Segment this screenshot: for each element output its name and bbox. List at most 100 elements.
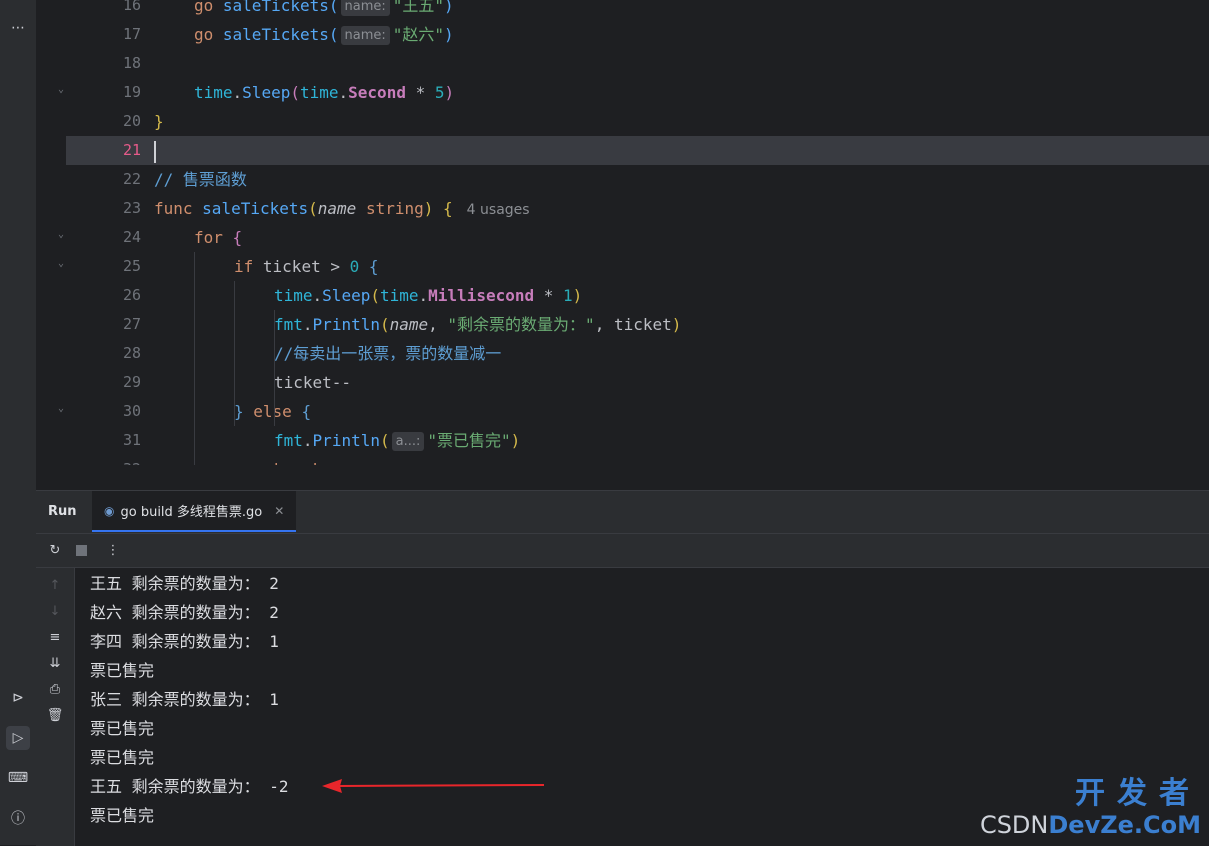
- code-token: Millisecond: [428, 286, 535, 305]
- console-line: 票已售完: [90, 748, 155, 767]
- code-text: func saleTickets(name string) {4 usages: [154, 194, 530, 225]
- print-icon[interactable]: ⎙: [46, 680, 64, 698]
- code-text: }: [154, 107, 164, 136]
- more-icon[interactable]: ⋯: [6, 16, 30, 40]
- code-line[interactable]: 29 ticket--: [66, 368, 1209, 397]
- code-line[interactable]: 20}: [66, 107, 1209, 136]
- code-line[interactable]: 30} else {: [66, 397, 1209, 426]
- parameter-hint: a...:: [391, 432, 425, 451]
- line-number: 31: [122, 431, 141, 449]
- code-line[interactable]: 22 // 售票函数: [66, 165, 1209, 194]
- code-line[interactable]: 18: [66, 49, 1209, 78]
- code-token: time: [274, 286, 313, 305]
- indent-guide: [234, 281, 235, 426]
- rerun-icon[interactable]: ↻: [46, 541, 64, 559]
- line-number: 20: [122, 112, 141, 130]
- line-number: 23: [122, 199, 141, 217]
- code-line[interactable]: 23 func saleTickets(name string) {4 usage…: [66, 194, 1209, 223]
- stop-icon[interactable]: [72, 541, 90, 559]
- code-token: //每卖出一张票，票的数量减一: [274, 344, 502, 363]
- code-token: ): [671, 315, 682, 334]
- run-config-tab-label: go build 多线程售票.go: [120, 505, 263, 520]
- code-token: if: [234, 257, 263, 276]
- code-token: ,: [428, 315, 448, 334]
- line-number: 29: [122, 373, 141, 391]
- text-caret: [154, 140, 156, 163]
- run-icon[interactable]: ▷: [6, 726, 30, 750]
- code-token: break: [274, 460, 322, 465]
- code-token: saleTickets(: [222, 0, 339, 15]
- code-token: Sleep: [322, 286, 371, 305]
- parameter-hint: name:: [340, 0, 390, 16]
- code-line[interactable]: 27 fmt.Println(name, "剩余票的数量为：", ticket): [66, 310, 1209, 339]
- soft-wrap-icon[interactable]: ≡: [46, 628, 64, 646]
- code-token: .: [338, 83, 349, 102]
- run-tab-bar: Run ◉ go build 多线程售票.go ✕: [36, 491, 1209, 534]
- scroll-to-end-icon[interactable]: ⇊: [46, 654, 64, 672]
- fold-icon[interactable]: ⌄: [58, 229, 64, 240]
- fold-icon[interactable]: ⌄: [58, 403, 64, 414]
- code-line[interactable]: 21: [66, 136, 1209, 165]
- line-number: 25: [122, 257, 141, 275]
- gopher-icon: ◉: [104, 503, 115, 518]
- usages-hint[interactable]: 4 usages: [467, 202, 530, 218]
- code-token: go: [194, 25, 223, 44]
- code-token: func: [154, 199, 203, 218]
- run-toolbar: ↻ ⋮: [36, 534, 1209, 568]
- terminal-icon[interactable]: ⌨: [6, 766, 30, 790]
- line-number: 28: [122, 344, 141, 362]
- console-line: 票已售完: [90, 719, 155, 738]
- code-line[interactable]: 32 break: [66, 455, 1209, 465]
- code-text: ticket--: [274, 368, 351, 397]
- code-token: (: [379, 315, 390, 334]
- code-token: .: [302, 431, 313, 450]
- code-token: (: [308, 199, 318, 218]
- trash-icon[interactable]: 🗑: [46, 706, 64, 724]
- console-line: 李四 剩余票的数量为： 1: [90, 632, 279, 651]
- close-icon[interactable]: ✕: [274, 504, 284, 518]
- code-token: time: [194, 83, 233, 102]
- code-line[interactable]: 25 if ticket > 0 {: [66, 252, 1209, 281]
- up-arrow-icon[interactable]: ↑: [46, 576, 64, 594]
- code-line[interactable]: 17 go saleTickets(name: "赵六"): [66, 20, 1209, 49]
- line-number: 27: [122, 315, 141, 333]
- watermark-brand: DevZe.CoM: [1048, 811, 1201, 839]
- code-token: 0: [349, 257, 360, 276]
- code-text: if ticket > 0 {: [234, 252, 379, 281]
- code-line[interactable]: 16 go saleTickets(name: "王五"): [66, 0, 1209, 20]
- code-line[interactable]: 26 time.Sleep(time.Millisecond * 1): [66, 281, 1209, 310]
- code-line[interactable]: 19 time.Sleep(time.Second * 5): [66, 78, 1209, 107]
- code-token: {: [368, 257, 379, 276]
- down-arrow-icon[interactable]: ↓: [46, 602, 64, 620]
- code-token: ): [510, 431, 521, 450]
- more-options-icon[interactable]: ⋮: [104, 541, 122, 559]
- code-token: .: [312, 286, 323, 305]
- watermark: 开发者 CSDNDevZe.CoM: [980, 778, 1201, 840]
- code-token: ): [444, 0, 454, 15]
- code-token: ): [572, 286, 583, 305]
- code-line[interactable]: 31 fmt.Println(a...: "票已售完"): [66, 426, 1209, 455]
- red-arrow-annotation: [322, 779, 545, 793]
- code-text: break: [274, 455, 322, 465]
- run-config-tab[interactable]: ◉ go build 多线程售票.go ✕: [92, 491, 297, 532]
- line-number: 24: [122, 228, 141, 246]
- code-token: {: [301, 402, 312, 421]
- code-line[interactable]: 24 for {: [66, 223, 1209, 252]
- code-editor[interactable]: ⌄ ⌄ ⌄ ⌄ 16 go saleTickets(name: "王五") 17 go sal…: [36, 0, 1209, 465]
- code-line[interactable]: 28 //每卖出一张票，票的数量减一: [66, 339, 1209, 368]
- code-token: ticket >: [262, 257, 350, 276]
- fold-icon[interactable]: ⌄: [58, 258, 64, 269]
- line-number: 32: [66, 455, 141, 465]
- code-token: .: [418, 286, 429, 305]
- run-panel-title: Run: [48, 504, 77, 519]
- code-token: time: [299, 83, 339, 102]
- fold-icon[interactable]: ⌄: [58, 84, 64, 95]
- line-number: 30: [122, 402, 141, 420]
- code-token: saleTickets: [202, 199, 309, 218]
- problems-icon[interactable]: ⓘ: [6, 806, 30, 830]
- line-number: 22: [122, 170, 141, 188]
- code-token: time: [379, 286, 419, 305]
- services-icon[interactable]: ⊳: [6, 686, 30, 710]
- code-token: "剩余票的数量为：": [447, 315, 595, 334]
